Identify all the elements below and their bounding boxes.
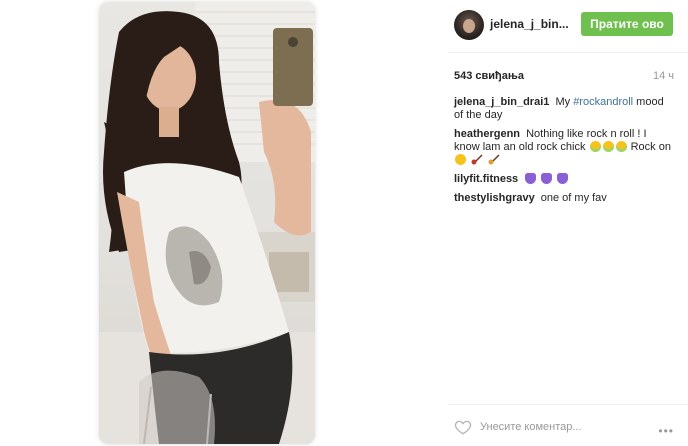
guitar-emoji — [488, 154, 500, 165]
comment-user[interactable]: heathergenn — [454, 128, 520, 140]
grinning-emoji — [602, 141, 614, 152]
divider — [448, 404, 688, 405]
more-options-icon[interactable]: ••• — [658, 424, 674, 438]
photo-illustration — [99, 2, 315, 444]
likes-count[interactable]: 543 свиђања — [454, 70, 524, 82]
follow-button[interactable]: Пратите ово — [581, 12, 673, 36]
comment-item: heathergenn Nothing like rock n roll ! I… — [454, 128, 674, 167]
comment-text-end: Rock on — [630, 141, 671, 153]
purple-heart-emoji — [541, 173, 553, 184]
post-header: jelena_j_bin... Пратите ово — [448, 8, 688, 40]
comment-item: lilyfit.fitness — [454, 173, 674, 186]
post-time[interactable]: 14 ч — [653, 70, 674, 82]
comment-user[interactable]: lilyfit.fitness — [454, 173, 518, 185]
post-photo-container — [96, 0, 319, 446]
caption: jelena_j_bin_drai1 My #rockandroll mood … — [454, 96, 674, 122]
smile-emoji — [455, 154, 466, 165]
caption-text: My — [555, 96, 571, 108]
comment-item: thestylishgravy one of my fav — [454, 192, 674, 205]
guitar-emoji — [471, 154, 483, 165]
grinning-emoji — [589, 141, 601, 152]
username-link[interactable]: jelena_j_bin... — [490, 17, 569, 31]
avatar[interactable] — [454, 10, 484, 40]
heart-outline-icon[interactable] — [454, 418, 472, 436]
comment-user[interactable]: jelena_j_bin_drai1 — [454, 96, 549, 108]
comment-user[interactable]: thestylishgravy — [454, 192, 535, 204]
hashtag-link[interactable]: #rockandroll — [573, 96, 633, 108]
comment-input[interactable] — [480, 418, 640, 436]
divider — [448, 52, 688, 53]
post-photo[interactable] — [99, 2, 315, 444]
purple-heart-emoji — [557, 173, 569, 184]
purple-heart-emoji — [525, 173, 537, 184]
comment-list: jelena_j_bin_drai1 My #rockandroll mood … — [454, 96, 674, 211]
grinning-emoji — [615, 141, 627, 152]
post-side-panel: jelena_j_bin... Пратите ово 543 свиђања … — [448, 0, 688, 446]
comment-text: one of my fav — [540, 192, 607, 204]
add-comment-bar: ••• — [448, 412, 688, 442]
